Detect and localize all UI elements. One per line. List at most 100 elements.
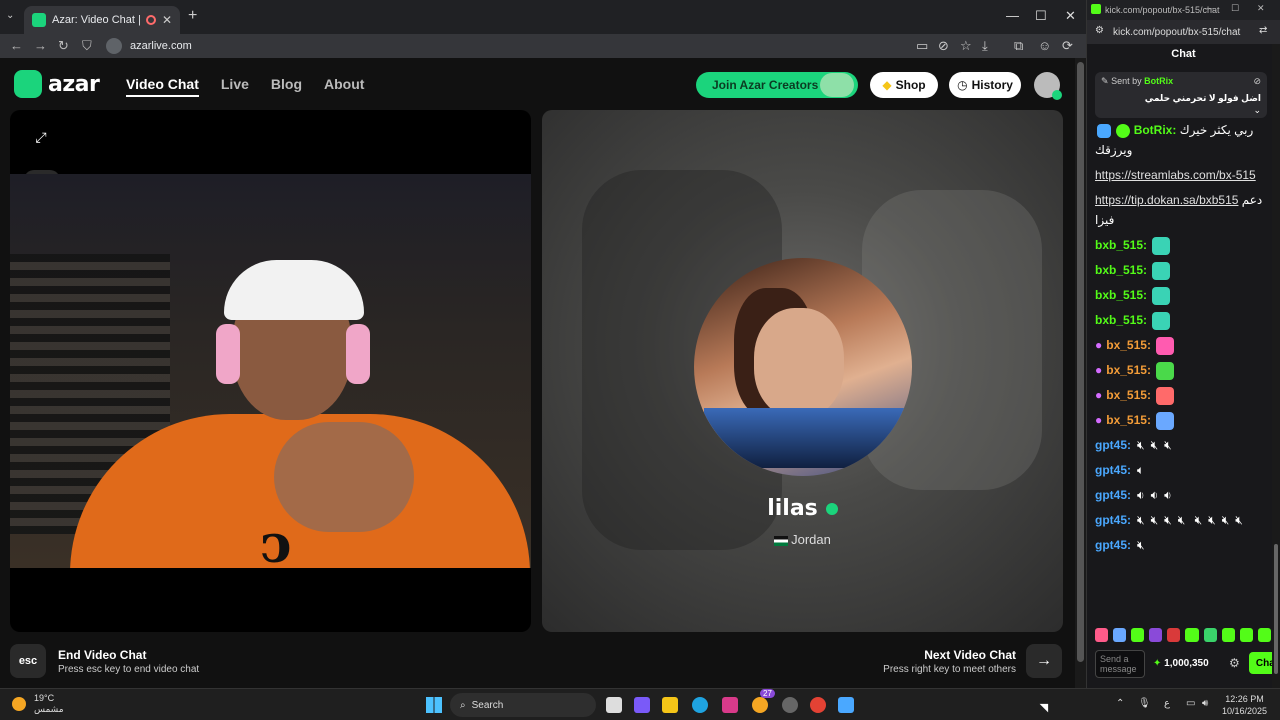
maximize-icon[interactable]: ☐ [1035,8,1047,24]
task-view-icon[interactable] [606,697,622,713]
weather-widget[interactable]: 19°C مشمس [12,693,64,715]
chat-settings-icon[interactable]: ⚙ [1229,656,1240,670]
emote-icon[interactable] [1221,628,1235,642]
chat-link[interactable]: https://tip.dokan.sa/bxb515 [1095,193,1238,207]
expand-pinned-icon[interactable]: ⌄ [1253,105,1261,116]
history-button[interactable]: ◷ History [949,72,1021,98]
mute-emote-icon: 🔇︎ [1150,513,1159,527]
browser-tab[interactable]: Azar: Video Chat | Alternati ✕ [24,6,180,34]
chat-address-bar[interactable]: ⚙ kick.com/popout/bx-515/chat ⇄ [1087,20,1280,44]
url-field[interactable]: azarlive.com [106,36,906,56]
chat-username[interactable]: bx_515 [1106,363,1147,377]
reload-icon[interactable]: ↻ [58,38,69,54]
network-icon[interactable]: ▭ [1186,698,1195,709]
shield-icon[interactable]: ⛉ [82,38,92,54]
chat-username[interactable]: gpt45 [1095,463,1127,477]
chat-scrollbar-thumb[interactable] [1274,544,1278,674]
instagram-icon[interactable] [722,697,738,713]
chat-username[interactable]: gpt45 [1095,438,1127,452]
forward-icon[interactable]: → [34,38,47,53]
page-scrollbar-thumb[interactable] [1077,62,1084,662]
chat-maximize-icon[interactable]: ☐ [1231,3,1239,14]
file-explorer-icon[interactable] [662,697,678,713]
azar-app-icon[interactable] [838,697,854,713]
nav-blog[interactable]: Blog [271,76,302,97]
chat-message: gpt45: 🔇︎ 🔇︎ 🔇︎ [1095,435,1271,455]
volume-icon[interactable]: 🔊︎ [1202,698,1208,709]
app-icon[interactable] [752,697,768,713]
expand-icon[interactable]: ⤢ [28,124,54,150]
mute-emote-icon: 🔇︎ [1208,513,1216,527]
chat-username[interactable]: gpt45 [1095,488,1127,502]
emote-icon[interactable] [1257,628,1271,642]
new-tab-icon[interactable]: + [188,7,197,25]
pinned-message[interactable]: ✎ Sent by BotRix ⊘ اضل فولو لا تحرمني حل… [1095,72,1267,118]
minimize-icon[interactable]: — [1006,8,1019,23]
nav-video-chat[interactable]: Video Chat [126,76,199,97]
channel-points[interactable]: ✦ 1,000,350 [1153,658,1209,669]
emote-icon[interactable] [1239,628,1253,642]
site-info-icon[interactable] [106,38,122,54]
azar-logo-icon [14,70,42,98]
microphone-icon[interactable]: 🎙︎ [1138,698,1151,709]
chat-username[interactable]: bxb_515 [1095,288,1143,302]
obs-icon[interactable] [782,697,798,713]
page-scrollbar[interactable] [1075,58,1086,688]
azar-logo[interactable]: azar [14,70,100,98]
emote-icon[interactable] [1167,628,1181,642]
chrome-icon[interactable] [810,697,826,713]
emote-icon[interactable] [1113,628,1127,642]
close-window-icon[interactable]: ✕ [1065,8,1076,24]
end-chat-button[interactable]: esc [10,644,46,678]
download-icon[interactable]: ⤓ [982,38,988,54]
chat-username[interactable]: gpt45 [1095,538,1127,552]
translate-icon[interactable]: ⇄ [1259,25,1267,36]
chat-scrollbar[interactable] [1272,44,1280,688]
tab-list-icon[interactable]: ⌄ [6,10,14,21]
chat-messages: BotRix: ربي يكثر خيرك ويرزقك https://str… [1095,120,1271,620]
taskbar-clock[interactable]: 12:26 PM 10/16/2025 [1222,693,1267,717]
nav-about[interactable]: About [324,76,364,97]
partner-name: lilas [767,496,818,521]
back-icon[interactable]: ← [10,38,23,53]
chat-message-input[interactable]: Send a message [1095,650,1145,678]
chat-close-icon[interactable]: ✕ [1257,3,1265,14]
chat-link[interactable]: https://streamlabs.com/bx-515 [1095,168,1256,182]
windows-start-icon[interactable] [426,697,442,713]
sync-icon[interactable]: ⟳ [1062,38,1073,54]
chat-window-titlebar: kick.com/popout/bx-515/chat — ☐ ✕ [1087,0,1280,20]
chat-username[interactable]: bx_515 [1106,338,1147,352]
shop-button[interactable]: ◆ Shop [870,72,938,98]
eye-off-icon[interactable]: ⊘ [938,38,949,54]
star-icon[interactable]: ☆ [960,38,972,54]
taskbar-search[interactable]: ⌕ Search [450,693,596,717]
site-settings-icon[interactable]: ⚙ [1095,25,1104,36]
emote-icon[interactable] [1095,628,1109,642]
chat-username[interactable]: BotRix [1134,123,1173,137]
chat-username[interactable]: gpt45 [1095,513,1127,527]
user-avatar[interactable] [1034,72,1062,100]
input-language[interactable]: ع [1164,698,1170,709]
edge-icon[interactable] [692,697,708,713]
chat-minimize-icon[interactable]: — [1205,3,1214,13]
emote-icon[interactable] [1131,628,1145,642]
nav-live[interactable]: Live [221,76,249,97]
azar-favicon-icon [32,13,46,27]
unpin-icon[interactable]: ⊘ [1253,76,1261,87]
profile-icon[interactable]: ☺ [1038,38,1051,53]
join-creators-button[interactable]: Join Azar Creators [696,72,858,98]
chat-username[interactable]: bxb_515 [1095,263,1143,277]
emote-icon[interactable] [1149,628,1163,642]
chat-username[interactable]: bxb_515 [1095,238,1143,252]
emote-icon[interactable] [1203,628,1217,642]
copilot-icon[interactable] [634,697,650,713]
extensions-icon[interactable]: ⧉ [1014,38,1023,54]
chat-username[interactable]: bxb_515 [1095,313,1143,327]
close-tab-icon[interactable]: ✕ [162,13,172,27]
chat-username[interactable]: bx_515 [1106,388,1147,402]
emote-icon[interactable] [1185,628,1199,642]
chat-username[interactable]: bx_515 [1106,413,1147,427]
cast-icon[interactable]: ▭ [916,38,928,54]
tray-chevron-icon[interactable]: ⌃ [1116,698,1124,709]
next-chat-button[interactable]: → [1026,644,1062,678]
